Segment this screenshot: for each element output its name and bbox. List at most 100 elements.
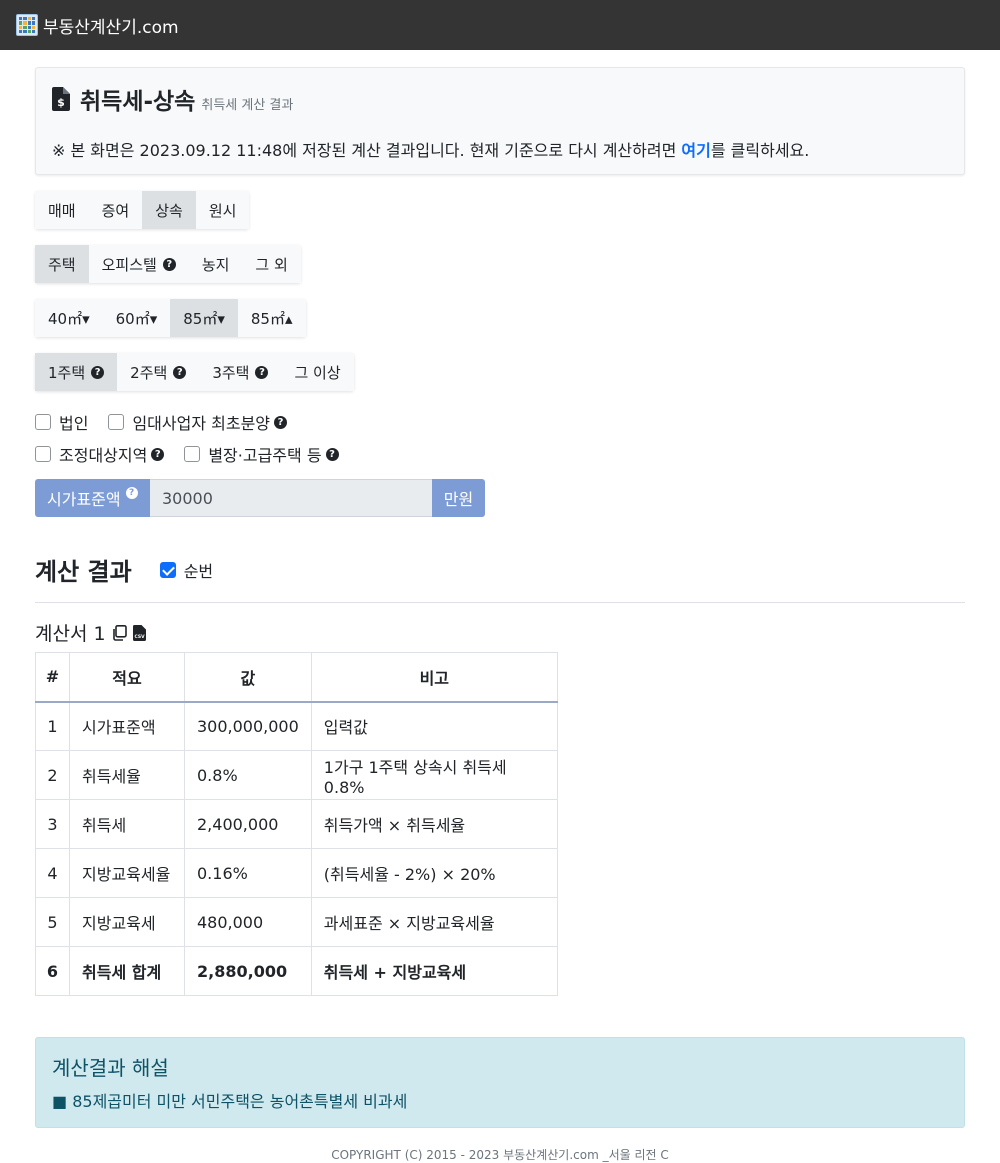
explanation-item: ■ 85제곱미터 미만 서민주택은 농어촌특별세 비과세 — [52, 1092, 408, 1111]
cell-value: 0.8% — [184, 750, 312, 800]
help-icon[interactable]: ? — [255, 365, 269, 379]
cell-item: 취득세 — [69, 799, 185, 849]
cell-value: 2,880,000 — [184, 946, 312, 996]
options-row-1: 법인 임대사업자 최초분양 ? — [35, 410, 307, 434]
luxury-house-checkbox[interactable] — [184, 446, 201, 462]
tab-label: 그 이상 — [294, 363, 341, 382]
saved-result-notice: ※ 본 화면은 2023.09.12 11:48에 저장된 계산 결과입니다. … — [52, 137, 809, 161]
checkbox-label: 임대사업자 최초분양 — [132, 414, 271, 433]
notice-suffix: 를 클릭하세요. — [710, 141, 810, 160]
checkbox-label: 법인 — [59, 414, 89, 433]
corporation-checkbox[interactable] — [35, 414, 51, 430]
property-type-tabs: 주택 오피스텔? 농지 그 외 — [35, 245, 301, 283]
recalculate-link[interactable]: 여기 — [681, 141, 710, 160]
brand-name[interactable]: 부동산계산기.com — [43, 13, 179, 38]
calculation-table: # 적요 값 비고 1 시가표준액 300,000,000 입력값 2 취득세율… — [35, 652, 558, 996]
result-header: 계산 결과 순번 — [35, 552, 213, 587]
house-count-tabs: 1주택? 2주택? 3주택? 그 이상 — [35, 353, 354, 391]
page-title: 취득세-상속 — [80, 89, 196, 115]
tab-count-more[interactable]: 그 이상 — [281, 353, 354, 391]
copy-icon[interactable] — [112, 624, 127, 641]
table-row: 4 지방교육세율 0.16% (취득세율 - 2%) × 20% — [35, 848, 558, 898]
tab-property-other[interactable]: 그 외 — [242, 245, 301, 283]
standard-price-field[interactable]: 30000 — [150, 479, 432, 517]
help-icon[interactable]: ? — [325, 447, 339, 461]
cell-note: 취득가액 × 취득세율 — [310, 799, 558, 849]
regulated-area-checkbox[interactable] — [35, 446, 51, 462]
column-header: 비고 — [310, 652, 558, 703]
cell-note: 입력값 — [310, 701, 558, 751]
cell-item: 지방교육세율 — [69, 848, 185, 898]
cell-index: 6 — [35, 946, 70, 996]
column-header: 값 — [184, 652, 312, 703]
tab-property-house[interactable]: 주택 — [35, 245, 89, 283]
tab-label: 오피스텔 — [101, 255, 157, 274]
tab-area-85-under[interactable]: 85㎡▾ — [170, 299, 238, 337]
regulated-area-option[interactable]: 조정대상지역 ? — [35, 442, 165, 466]
cell-note: 취득세 + 지방교육세 — [310, 946, 558, 996]
table-total-row: 6 취득세 합계 2,880,000 취득세 + 지방교육세 — [35, 946, 558, 996]
help-icon[interactable]: ? — [125, 487, 138, 499]
divider — [35, 602, 965, 603]
explanation-title: 계산결과 해설 — [52, 1056, 169, 1080]
cell-note: 과세표준 × 지방교육세율 — [310, 897, 558, 947]
unit-label: 만원 — [432, 479, 485, 517]
svg-text:$: $ — [57, 96, 65, 109]
tab-count-2[interactable]: 2주택? — [117, 353, 200, 391]
help-icon[interactable]: ? — [173, 365, 187, 379]
tab-label: 그 외 — [255, 255, 288, 274]
help-icon[interactable]: ? — [151, 447, 165, 461]
corporation-option[interactable]: 법인 — [35, 410, 88, 434]
column-header: # — [35, 652, 70, 703]
table-row: 1 시가표준액 300,000,000 입력값 — [35, 701, 558, 751]
checkbox-label: 순번 — [183, 561, 214, 581]
options-row-2: 조정대상지역 ? 별장·고급주택 등 ? — [35, 442, 359, 466]
standard-price-input-group: 시가표준액? 30000 만원 — [35, 479, 485, 517]
tab-area-60[interactable]: 60㎡▾ — [102, 299, 171, 337]
result-title: 계산 결과 — [35, 558, 132, 586]
table-row: 5 지방교육세 480,000 과세표준 × 지방교육세율 — [35, 897, 558, 947]
cell-index: 3 — [35, 799, 70, 849]
help-icon[interactable]: ? — [274, 415, 288, 429]
csv-download-icon[interactable]: CSV — [132, 624, 146, 641]
area-tabs: 40㎡▾ 60㎡▾ 85㎡▾ 85㎡▴ — [35, 299, 306, 337]
tab-label: 2주택 — [130, 363, 168, 382]
numbering-option[interactable]: 순번 — [159, 558, 214, 582]
tab-type-inheritance[interactable]: 상속 — [142, 191, 196, 229]
luxury-house-option[interactable]: 별장·고급주택 등 ? — [184, 442, 339, 466]
tab-type-original[interactable]: 원시 — [195, 191, 250, 229]
cell-item: 시가표준액 — [69, 701, 185, 751]
numbering-checkbox[interactable] — [159, 561, 176, 578]
cell-index: 2 — [35, 750, 70, 800]
tab-type-sale[interactable]: 매매 — [35, 191, 89, 229]
cell-note: 1가구 1주택 상속시 취득세 0.8% — [310, 750, 558, 800]
cell-value: 480,000 — [184, 897, 312, 947]
rental-first-sale-option[interactable]: 임대사업자 최초분양 ? — [108, 410, 288, 434]
page-subtitle: 취득세 계산 결과 — [201, 98, 294, 113]
invoice-document-icon: $ — [52, 87, 70, 111]
tab-type-gift[interactable]: 증여 — [88, 191, 143, 229]
cell-index: 5 — [35, 897, 70, 947]
header-panel: $ 취득세-상속 취득세 계산 결과 ※ 본 화면은 2023.09.12 11… — [35, 67, 965, 175]
tab-area-85-over[interactable]: 85㎡▴ — [237, 299, 306, 337]
page-heading: $ 취득세-상속 취득세 계산 결과 — [52, 82, 293, 116]
cell-item: 취득세율 — [69, 750, 185, 800]
table-header-row: # 적요 값 비고 — [35, 652, 558, 703]
checkbox-label: 조정대상지역 — [59, 446, 148, 465]
result-explanation-panel: 계산결과 해설 ■ 85제곱미터 미만 서민주택은 농어촌특별세 비과세 — [35, 1037, 965, 1128]
tab-count-1[interactable]: 1주택? — [35, 353, 118, 391]
sheet-title: 계산서 1 — [35, 623, 106, 645]
table-row: 3 취득세 2,400,000 취득가액 × 취득세율 — [35, 799, 558, 849]
help-icon[interactable]: ? — [162, 257, 176, 271]
cell-value: 2,400,000 — [184, 799, 312, 849]
standard-price-label: 시가표준액? — [35, 479, 150, 517]
tab-label: 3주택 — [212, 363, 250, 382]
rental-first-sale-checkbox[interactable] — [108, 414, 125, 430]
tab-area-40[interactable]: 40㎡▾ — [35, 299, 103, 337]
help-icon[interactable]: ? — [91, 365, 105, 379]
calculator-logo-icon[interactable] — [16, 14, 38, 36]
cell-note: (취득세율 - 2%) × 20% — [310, 848, 558, 898]
tab-property-farmland[interactable]: 농지 — [188, 245, 243, 283]
tab-count-3[interactable]: 3주택? — [199, 353, 282, 391]
tab-property-officetel[interactable]: 오피스텔? — [88, 245, 189, 283]
